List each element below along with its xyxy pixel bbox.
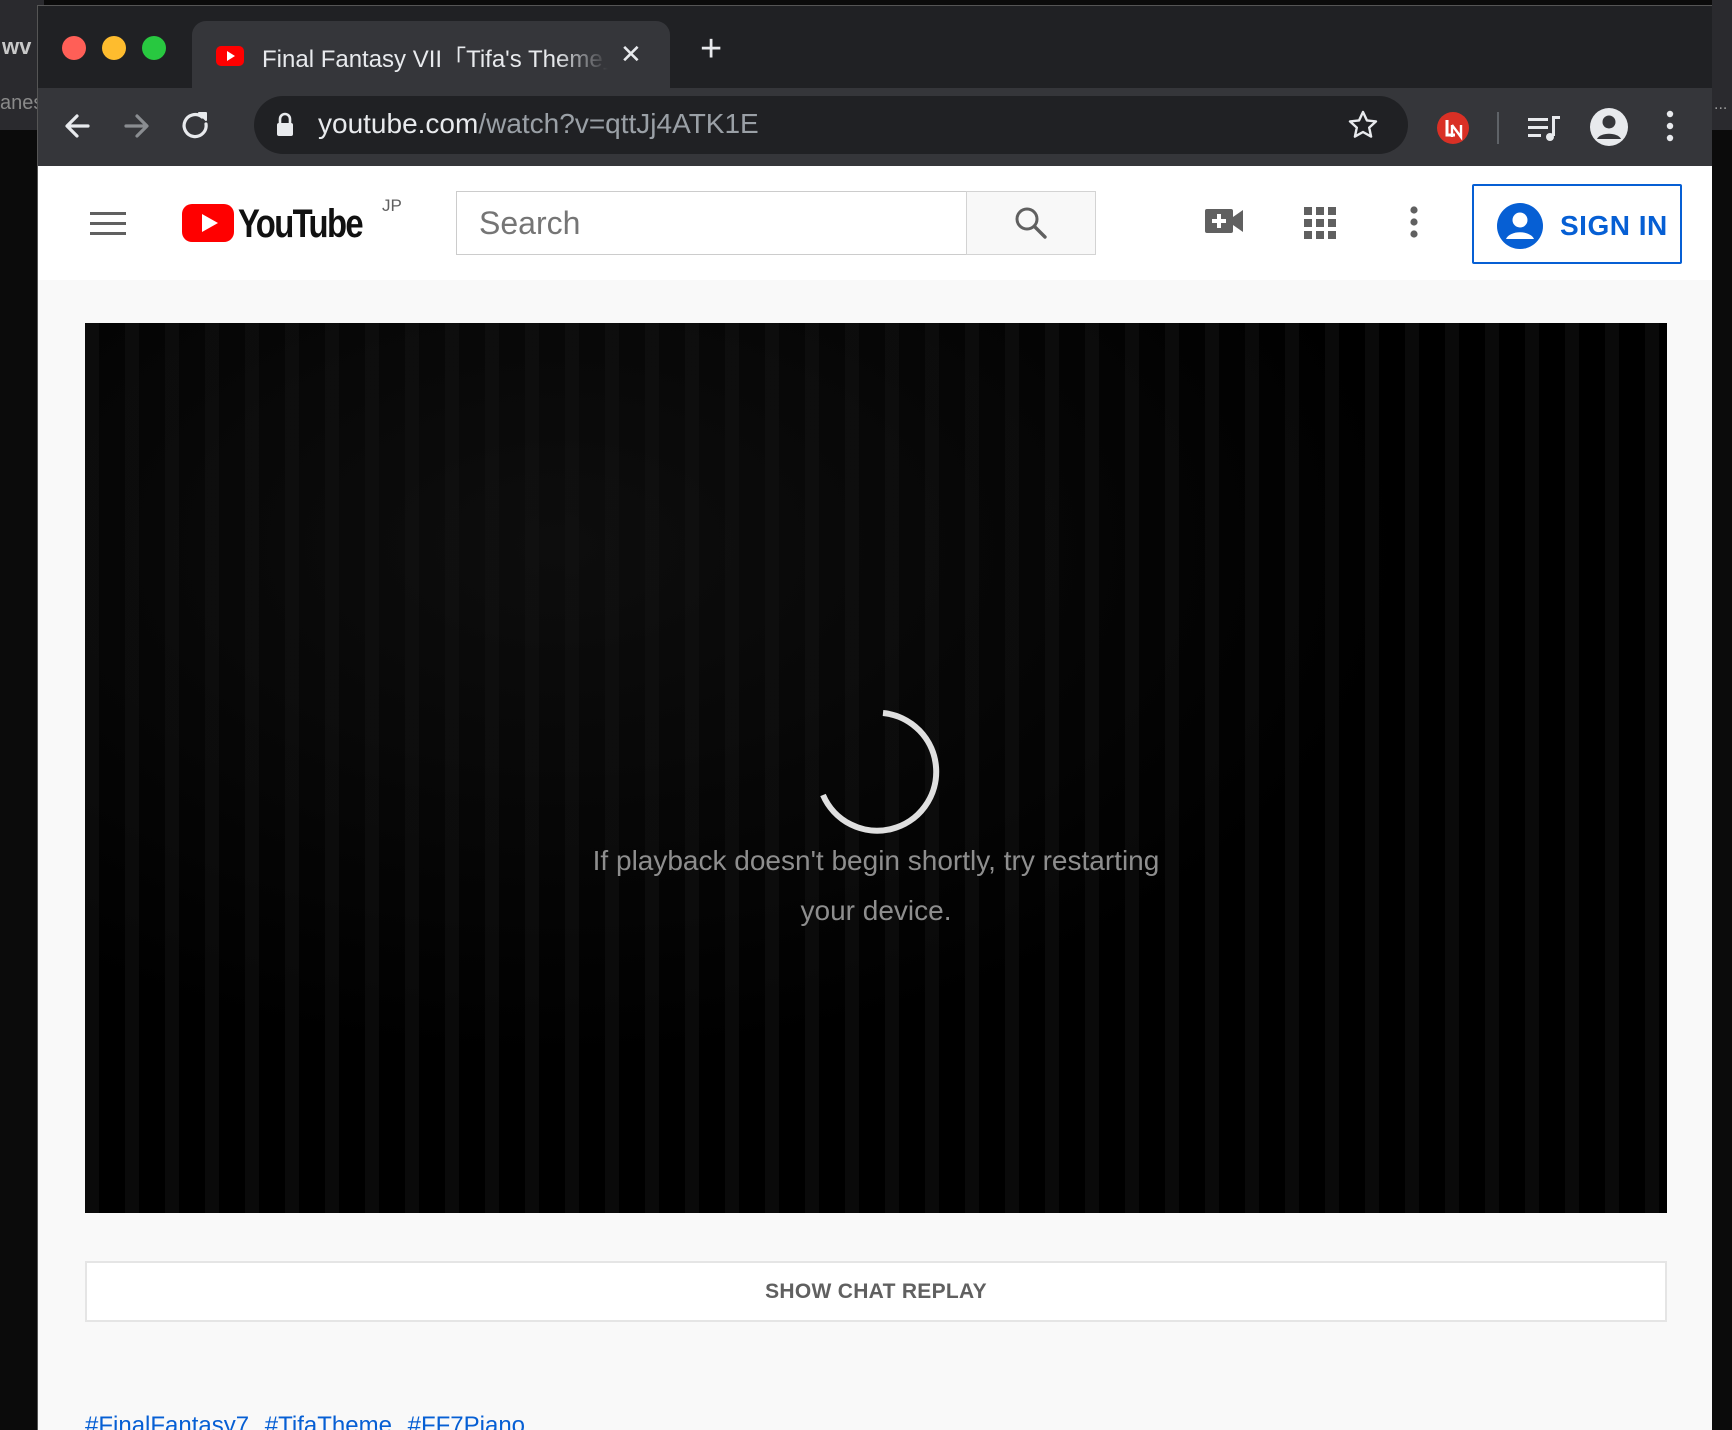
youtube-favicon-icon [216, 46, 244, 66]
apps-grid-icon[interactable] [1303, 206, 1337, 240]
browser-tab-active[interactable]: Final Fantasy VII「Tifa's Theme」Piano ✕ [192, 21, 670, 88]
search-box [456, 191, 1096, 255]
create-video-icon[interactable] [1204, 206, 1244, 236]
forward-arrow-icon [124, 114, 149, 138]
youtube-logo[interactable]: YouTube JP [182, 196, 402, 247]
close-window-button[interactable] [62, 36, 86, 60]
account-avatar-icon [1497, 203, 1543, 249]
search-button[interactable] [966, 191, 1096, 255]
playback-message: If playback doesn't begin shortly, try r… [592, 845, 1160, 926]
bookmark-star-icon[interactable] [1344, 106, 1382, 144]
url-path: /watch?v=qttJj4ATK1E [478, 108, 759, 139]
hashtag-link[interactable]: #TifaTheme [265, 1412, 392, 1430]
back-button[interactable] [48, 96, 108, 156]
youtube-masthead: YouTube JP Search SIGN IN [38, 166, 1712, 280]
show-chat-replay-button[interactable]: SHOW CHAT REPLAY [85, 1261, 1667, 1322]
search-icon [1015, 207, 1047, 239]
forward-button[interactable] [106, 96, 166, 156]
maximize-window-button[interactable] [142, 36, 166, 60]
lock-icon[interactable] [274, 111, 296, 139]
address-bar[interactable]: youtube.com/watch?v=qttJj4ATK1E [254, 96, 1408, 154]
chrome-menu-icon[interactable] [1664, 108, 1676, 144]
sign-in-label: SIGN IN [1560, 210, 1668, 241]
url-text[interactable]: youtube.com/watch?v=qttJj4ATK1E [318, 108, 759, 140]
region-code: JP [382, 196, 402, 215]
new-tab-button[interactable]: + [700, 28, 722, 71]
loading-spinner-icon [820, 710, 940, 834]
settings-more-icon[interactable] [1408, 204, 1420, 240]
media-control-icon[interactable] [1524, 110, 1564, 146]
hamburger-menu-icon[interactable] [88, 210, 128, 238]
reload-button[interactable] [166, 96, 226, 156]
browser-toolbar: youtube.com/watch?v=qttJj4ATK1E [38, 88, 1712, 166]
tab-strip: Final Fantasy VII「Tifa's Theme」Piano ✕ + [38, 6, 1712, 88]
profile-icon[interactable] [1588, 106, 1630, 148]
background-window-text: wv [2, 34, 32, 59]
hashtag-link[interactable]: #FinalFantasy7 [85, 1412, 249, 1430]
background-window-right[interactable]: ... [1712, 0, 1732, 130]
toolbar-separator [1497, 112, 1499, 144]
tab-title: Final Fantasy VII「Tifa's Theme」Piano [262, 46, 608, 73]
youtube-wordmark: YouTube [238, 202, 364, 246]
reload-icon [182, 112, 208, 139]
hashtag-link[interactable]: #FF7Piano [408, 1412, 525, 1430]
background-window-text: ... [1714, 96, 1728, 113]
sign-in-button[interactable]: SIGN IN [1472, 184, 1682, 264]
extension-icon[interactable] [1435, 110, 1471, 146]
search-input[interactable] [456, 191, 966, 255]
tab-close-icon[interactable]: ✕ [620, 39, 642, 70]
youtube-play-logo-icon [182, 204, 234, 242]
url-host: youtube.com [318, 108, 479, 139]
minimize-window-button[interactable] [102, 36, 126, 60]
hashtag-list: #FinalFantasy7 #TifaTheme #FF7Piano [85, 1412, 534, 1430]
browser-window: Final Fantasy VII「Tifa's Theme」Piano ✕ + [37, 5, 1712, 1430]
back-arrow-icon [65, 114, 90, 138]
video-player[interactable]: If playback doesn't begin shortly, try r… [85, 323, 1667, 1213]
